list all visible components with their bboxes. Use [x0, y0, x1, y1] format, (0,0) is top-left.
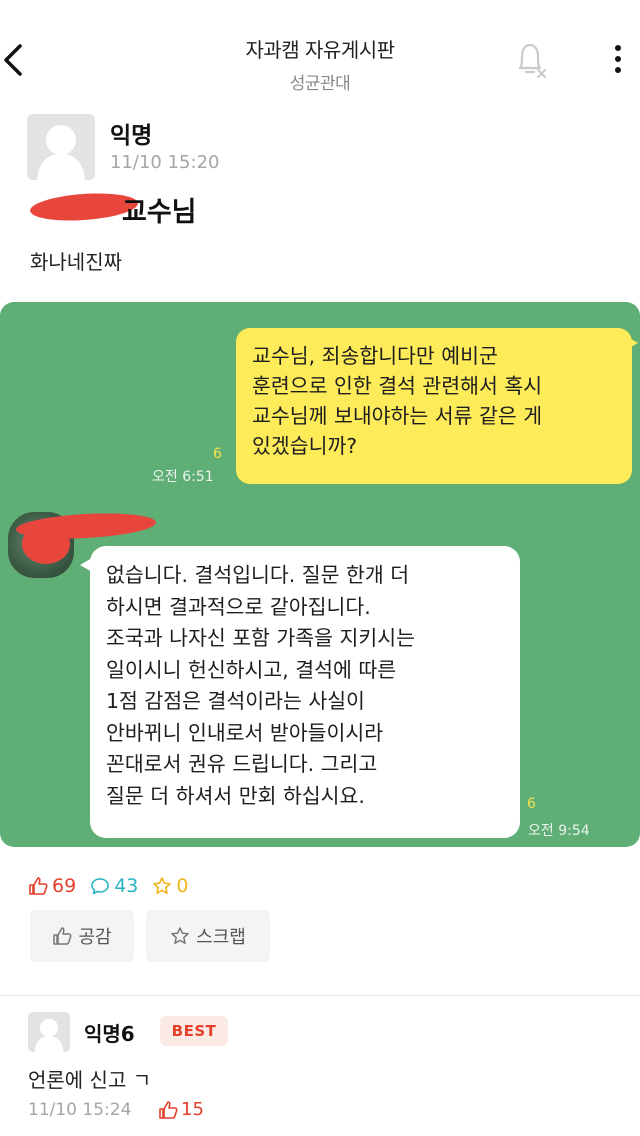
comment-like-value: 15	[181, 1099, 204, 1120]
star-icon	[153, 877, 172, 895]
like-count-value: 69	[52, 875, 77, 897]
like-count: 69	[28, 875, 76, 897]
back-button[interactable]	[0, 38, 30, 82]
star-icon	[171, 927, 189, 944]
post-body: 화나네진짜	[30, 250, 122, 274]
comment-author-avatar	[28, 1012, 70, 1052]
outgoing-message-time: 오전 6:51	[152, 469, 214, 485]
board-title: 자과캠 자유게시판	[245, 38, 395, 62]
notification-toggle-button[interactable]	[512, 40, 548, 80]
section-divider	[0, 995, 640, 996]
more-menu-button[interactable]	[606, 42, 630, 76]
incoming-message-time: 오전 9:54	[528, 823, 590, 839]
like-button[interactable]: 공감	[30, 910, 134, 962]
default-avatar-icon	[28, 1012, 70, 1052]
app-header: 자과캠 자유게시판 성균관대	[0, 0, 640, 100]
best-badge: BEST	[160, 1016, 228, 1046]
post-title: 교수님	[122, 197, 197, 228]
attached-chat-screenshot[interactable]: 교수님, 죄송합니다만 예비군 훈련으로 인한 결석 관련해서 혹시 교수님께 …	[0, 302, 640, 847]
bell-off-icon	[518, 43, 546, 78]
thumbs-up-icon	[53, 927, 72, 945]
scrap-count: 0	[152, 875, 188, 897]
default-avatar-icon	[27, 114, 95, 180]
more-vertical-icon	[615, 45, 621, 73]
post-author-avatar	[27, 114, 95, 180]
incoming-message-bubble: 없습니다. 결석입니다. 질문 한개 더 하시면 결과적으로 같아집니다. 조국…	[90, 546, 520, 838]
post-timestamp: 11/10 15:20	[110, 152, 220, 173]
outgoing-bubble-tail	[626, 336, 638, 350]
scrap-button-label: 스크랩	[196, 927, 246, 948]
outgoing-read-count: 6	[213, 446, 222, 462]
incoming-read-count: 6	[527, 796, 536, 812]
comment-bubble-icon	[91, 878, 109, 895]
redaction-mark	[22, 524, 70, 564]
board-title-group: 자과캠 자유게시판 성균관대	[170, 34, 470, 94]
comment-author: 익명6	[84, 1022, 135, 1046]
post-author: 익명	[110, 123, 153, 149]
comment-count-value: 43	[114, 875, 139, 897]
outgoing-message-bubble: 교수님, 죄송합니다만 예비군 훈련으로 인한 결석 관련해서 혹시 교수님께 …	[236, 328, 632, 484]
board-subtitle: 성균관대	[289, 74, 351, 94]
comment-count: 43	[90, 875, 138, 897]
back-arrow-icon	[4, 44, 22, 76]
scrap-count-value: 0	[176, 875, 189, 897]
thumbs-up-icon	[159, 1100, 178, 1119]
comment-like-count[interactable]: 15	[158, 1099, 204, 1120]
post-stats: 69 43 0	[28, 874, 202, 898]
comment-timestamp: 11/10 15:24	[28, 1100, 132, 1120]
thumbs-up-icon	[29, 877, 48, 895]
scrap-button[interactable]: 스크랩	[146, 910, 270, 962]
comment-text: 언론에 신고 ㄱ	[28, 1068, 152, 1092]
like-button-label: 공감	[78, 927, 112, 948]
